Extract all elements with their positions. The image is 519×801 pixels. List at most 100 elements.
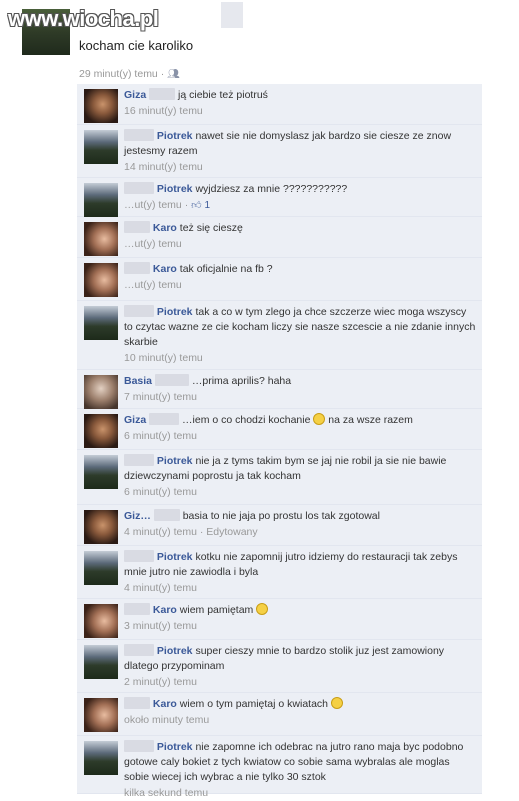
commenter-name[interactable]: Karo [153, 222, 177, 234]
meta-separator: · [160, 68, 165, 80]
comment-time[interactable]: 3 minut(y) temu [124, 619, 476, 634]
redaction-blur [124, 603, 150, 615]
comment-thread: Giza ją ciebie też piotruś 16 minut(y) t… [77, 84, 482, 799]
comment-text: basia to nie jaja po prostu los tak zgot… [182, 510, 380, 522]
comment: Piotrek tak a co w tym zlego ja chce szc… [77, 301, 482, 370]
site-logo-watermark: www.wiocha.pl [8, 6, 159, 31]
comment-text: wyjdziesz za mnie ??????????? [195, 183, 348, 195]
commenter-avatar[interactable] [84, 414, 118, 448]
commenter-avatar[interactable] [84, 604, 118, 638]
meta-separator: · [184, 199, 189, 211]
comment: Piotrek kotku nie zapomnij jutro idziemy… [77, 546, 482, 599]
redaction-blur [124, 182, 154, 194]
comment-time[interactable]: …ut(y) temu [124, 278, 476, 293]
redaction-blur [124, 129, 154, 141]
redaction-blur [124, 740, 154, 752]
post-text: kocham cie karoliko [79, 38, 194, 53]
commenter-avatar[interactable] [84, 130, 118, 164]
redaction-blur [124, 454, 154, 466]
commenter-avatar[interactable] [84, 455, 118, 489]
comment: Piotrek nawet sie nie domyslasz jak bard… [77, 125, 482, 178]
redaction-blur [153, 509, 180, 521]
commenter-name[interactable]: Piotrek [157, 551, 193, 563]
comment-time[interactable]: 14 minut(y) temu [124, 160, 476, 175]
comment-time[interactable]: 10 minut(y) temu [124, 351, 476, 366]
commenter-avatar[interactable] [84, 306, 118, 340]
comment: Piotrek nie ja z tyms takim bym se jaj n… [77, 450, 482, 505]
comment-time[interactable]: 6 minut(y) temu [124, 429, 476, 444]
comment-text: wiem pamiętam [179, 604, 254, 616]
commenter-name[interactable]: Piotrek [157, 741, 193, 753]
comment-meta: …ut(y) temu · 👍︎ 1 [124, 198, 476, 213]
redaction-blur [124, 550, 154, 562]
people-icon: 👥︎ [167, 69, 180, 80]
redaction-blur [154, 374, 189, 386]
post-time[interactable]: 29 minut(y) temu [79, 68, 158, 80]
comment-time[interactable]: 7 minut(y) temu [124, 390, 476, 405]
comment: Giz… basia to nie jaja po prostu los tak… [77, 505, 482, 546]
comment-time[interactable]: 2 minut(y) temu [124, 675, 476, 690]
comment: Karo wiem o tym pamiętaj o kwiatach okoł… [77, 693, 482, 736]
comment-text: tak oficjalnie na fb ? [179, 263, 273, 275]
comment-time[interactable]: 4 minut(y) temu [124, 581, 476, 596]
commenter-avatar[interactable] [84, 222, 118, 256]
comment-text-continued: na za wsze razem [328, 414, 413, 426]
comment-text: ją ciebie też piotruś [178, 89, 268, 101]
commenter-name[interactable]: Giza [124, 414, 146, 426]
comment: Basia …prima aprilis? haha 7 minut(y) te… [77, 370, 482, 409]
comment-text: wiem o tym pamiętaj o kwiatach [179, 698, 329, 710]
comment-text: …iem o co chodzi kochanie [182, 414, 311, 426]
comment-time[interactable]: około minuty temu [124, 713, 476, 728]
comment-text: też się cieszę [179, 222, 243, 234]
facebook-thread-screenshot: www.wiocha.pl kocham cie karoliko 29 min… [0, 0, 519, 799]
redaction-blur [124, 305, 154, 317]
commenter-name[interactable]: Giz… [124, 510, 151, 522]
commenter-avatar[interactable] [84, 510, 118, 544]
comment-time[interactable]: 16 minut(y) temu [124, 104, 476, 119]
commenter-avatar[interactable] [84, 741, 118, 775]
comment: Piotrek super cieszy mnie to bardzo stol… [77, 640, 482, 693]
redaction-blur [124, 697, 150, 709]
comment: Piotrek nie zapomne ich odebrac na jutro… [77, 736, 482, 799]
commenter-name[interactable]: Piotrek [157, 645, 193, 657]
frown-emoji-icon [330, 697, 343, 709]
commenter-avatar[interactable] [84, 698, 118, 732]
comment-time[interactable]: …ut(y) temu [124, 237, 476, 252]
commenter-avatar[interactable] [84, 183, 118, 217]
post-meta: 29 minut(y) temu · 👥︎ [79, 68, 180, 80]
comment: Giza …iem o co chodzi kochanie na za wsz… [77, 409, 482, 450]
redaction-blur [149, 88, 176, 100]
status-post: www.wiocha.pl kocham cie karoliko 29 min… [0, 0, 519, 85]
redaction-blur [124, 221, 150, 233]
redaction-blur [221, 2, 243, 28]
commenter-name[interactable]: Piotrek [157, 183, 193, 195]
commenter-name[interactable]: Karo [153, 698, 177, 710]
comment-time[interactable]: …ut(y) temu [124, 199, 182, 211]
redaction-blur [149, 413, 180, 425]
commenter-name[interactable]: Piotrek [157, 306, 193, 318]
commenter-name[interactable]: Giza [124, 89, 146, 101]
commenter-name[interactable]: Piotrek [157, 455, 193, 467]
like-count[interactable]: 1 [204, 200, 210, 211]
commenter-avatar[interactable] [84, 551, 118, 585]
comment: Karo wiem pamiętam 3 minut(y) temu [77, 599, 482, 640]
commenter-name[interactable]: Karo [153, 263, 177, 275]
redaction-blur [124, 644, 154, 656]
comment: Piotrek wyjdziesz za mnie ??????????? …u… [77, 178, 482, 217]
commenter-avatar[interactable] [84, 645, 118, 679]
commenter-name[interactable]: Basia [124, 375, 152, 387]
commenter-name[interactable]: Piotrek [157, 130, 193, 142]
comment-time[interactable]: 6 minut(y) temu [124, 485, 476, 500]
commenter-avatar[interactable] [84, 375, 118, 409]
comment: Karo tak oficjalnie na fb ? …ut(y) temu [77, 258, 482, 301]
comment-time[interactable]: 4 minut(y) temu · Edytowany [124, 525, 476, 540]
commenter-name[interactable]: Karo [153, 604, 177, 616]
comment-time[interactable]: kilka sekund temu [124, 786, 476, 801]
comment-text: …prima aprilis? haha [191, 375, 292, 387]
redaction-blur [124, 262, 150, 274]
comment: Giza ją ciebie też piotruś 16 minut(y) t… [77, 84, 482, 125]
commenter-avatar[interactable] [84, 89, 118, 123]
commenter-avatar[interactable] [84, 263, 118, 297]
thumbs-up-icon[interactable]: 👍︎ [191, 200, 201, 211]
comment: Karo też się cieszę …ut(y) temu [77, 217, 482, 258]
